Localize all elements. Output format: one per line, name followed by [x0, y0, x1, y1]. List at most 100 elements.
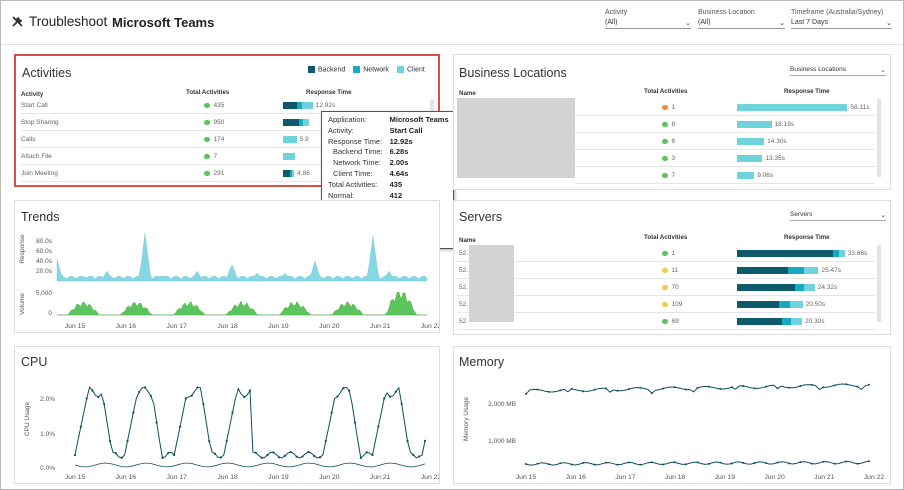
- client-segment: [737, 172, 755, 179]
- y-tick-label: 20.0s: [36, 268, 53, 275]
- cpu-chart: CPU Usage 2.0% 1.0% 0.0% Jun 15 Jun 16 Jun 17 J…: [24, 386, 439, 481]
- cpu-line-secondary: [74, 462, 426, 468]
- trends-chart: Response Volume 80.0s 60.0s 40.0s 20.0s 5,000 0…: [19, 232, 439, 330]
- status-dot: [204, 153, 210, 160]
- cpu-point: [383, 397, 386, 400]
- memory-point: [650, 461, 653, 464]
- memory-point: [810, 383, 813, 386]
- activity-name: Start Call: [21, 102, 48, 109]
- cpu-point: [418, 455, 421, 458]
- cpu-point: [114, 452, 117, 455]
- activities-title: Activities: [22, 66, 72, 80]
- table-row[interactable]: 1 58.11s: [575, 99, 875, 116]
- backend-segment: [283, 119, 300, 126]
- x-tick-label: Jun 15: [516, 474, 537, 481]
- memory-point: [696, 461, 699, 464]
- scrollbar[interactable]: [877, 99, 881, 177]
- tooltip-value: Microsoft Teams: [389, 115, 449, 124]
- activity-filter[interactable]: Activity (All) ⌄: [605, 9, 691, 29]
- tooltip-row: Client Time: 4.64s: [328, 169, 452, 180]
- memory-point: [868, 383, 870, 386]
- dashboard: Troubleshoot ⌄ Microsoft Teams Activity …: [0, 0, 904, 490]
- tooltip-value: 6.28s: [389, 147, 409, 157]
- table-row[interactable]: 3 13.35s: [575, 150, 875, 167]
- servers-title: Servers: [459, 210, 503, 224]
- cpu-point: [272, 451, 275, 454]
- cpu-point: [143, 386, 147, 389]
- cpu-point: [167, 451, 170, 455]
- table-row[interactable]: 52. 109 20.50s: [457, 296, 875, 313]
- memory-point: [662, 387, 665, 390]
- business-location-filter[interactable]: Business Location (All) ⌄: [698, 9, 785, 29]
- cpu-point: [237, 388, 240, 391]
- legend-backend: Backend: [308, 66, 345, 73]
- column-header-total: Total Activities: [186, 89, 230, 96]
- cpu-point: [342, 387, 345, 390]
- total-cell: 8: [662, 121, 675, 128]
- cpu-point: [283, 454, 287, 457]
- legend-swatch: [396, 66, 404, 73]
- legend-swatch: [353, 66, 361, 73]
- legend-swatch: [308, 66, 315, 73]
- timeframe-filter[interactable]: Timeframe (Australia/Sydney) Last 7 Days…: [791, 9, 892, 29]
- table-row[interactable]: 52. 1 33.66s: [457, 245, 875, 262]
- cpu-point: [155, 421, 158, 424]
- table-row[interactable]: 52. 69 20.30s: [457, 313, 875, 330]
- x-tick-label: Jun 21: [370, 474, 391, 481]
- response-time: 58.11s: [850, 104, 870, 111]
- table-row[interactable]: 8 18.19s: [575, 116, 875, 133]
- cpu-point: [184, 397, 187, 400]
- troubleshoot-menu[interactable]: Troubleshoot ⌄: [11, 14, 119, 29]
- tooltip-key: Total Activities:: [328, 179, 378, 189]
- x-tick-label: Jun 22: [421, 323, 439, 330]
- table-row[interactable]: 7 9.06s: [575, 167, 875, 184]
- memory-point: [730, 462, 733, 465]
- y-axis-label: Response: [19, 234, 26, 264]
- chevron-down-icon: ⌄: [880, 212, 886, 219]
- memory-point: [593, 463, 596, 466]
- response-time: 14.30s: [767, 138, 787, 145]
- memory-point: [799, 384, 802, 387]
- total-cell: 7: [204, 153, 217, 160]
- memory-point: [707, 385, 710, 388]
- cpu-point: [202, 402, 205, 406]
- x-tick-label: Jun 18: [665, 474, 686, 481]
- total-value: 109: [671, 301, 683, 308]
- cpu-point: [79, 425, 82, 428]
- trends-panel: Trends Response Volume 80.0s 60.0s 40.0s 20.0…: [14, 200, 440, 333]
- total-cell: 435: [204, 102, 224, 109]
- memory-point: [753, 387, 756, 390]
- cpu-point: [394, 390, 397, 393]
- tooltip-value: Start Call: [389, 125, 423, 135]
- client-segment: [737, 104, 848, 111]
- table-row[interactable]: 52. 11 25.47s: [457, 262, 875, 279]
- table-row[interactable]: 52. 70 24.32s: [457, 279, 875, 296]
- memory-point: [570, 387, 573, 390]
- cpu-panel: CPU CPU Usage 2.0% 1.0% 0.0% Jun 15 Jun 16 Jun…: [14, 346, 440, 484]
- memory-point: [696, 386, 699, 389]
- servers-dropdown[interactable]: Servers ⌄: [790, 211, 886, 221]
- tooltip-key: Backend Time:: [333, 147, 383, 157]
- total-value: 6: [671, 138, 676, 145]
- y-tick-label: 0: [48, 310, 52, 317]
- memory-point: [707, 462, 710, 465]
- memory-point: [593, 388, 596, 391]
- memory-point: [856, 385, 859, 388]
- scrollbar[interactable]: [877, 245, 881, 322]
- legend-network: Network: [353, 66, 389, 73]
- x-tick-label: Jun 19: [715, 474, 736, 481]
- x-tick-label: Jun 20: [319, 474, 340, 481]
- cpu-point: [330, 411, 333, 414]
- business-dropdown[interactable]: Business Locations ⌄: [790, 66, 886, 76]
- table-row[interactable]: 6 14.30s: [575, 133, 875, 150]
- memory-point: [833, 462, 836, 465]
- memory-point: [605, 461, 608, 464]
- y-axis-label: Volume: [19, 293, 26, 315]
- total-value: 1: [671, 250, 676, 257]
- memory-chart: Memory Usage 2,000 MB 1,000 MB Jun 15 Jun 16…: [463, 383, 884, 481]
- y-tick-label: 1.0%: [40, 431, 55, 438]
- column-header-name: Name: [459, 237, 476, 244]
- status-dot: [662, 318, 668, 325]
- total-cell: 109: [662, 301, 682, 308]
- filter-label: Activity: [605, 9, 628, 16]
